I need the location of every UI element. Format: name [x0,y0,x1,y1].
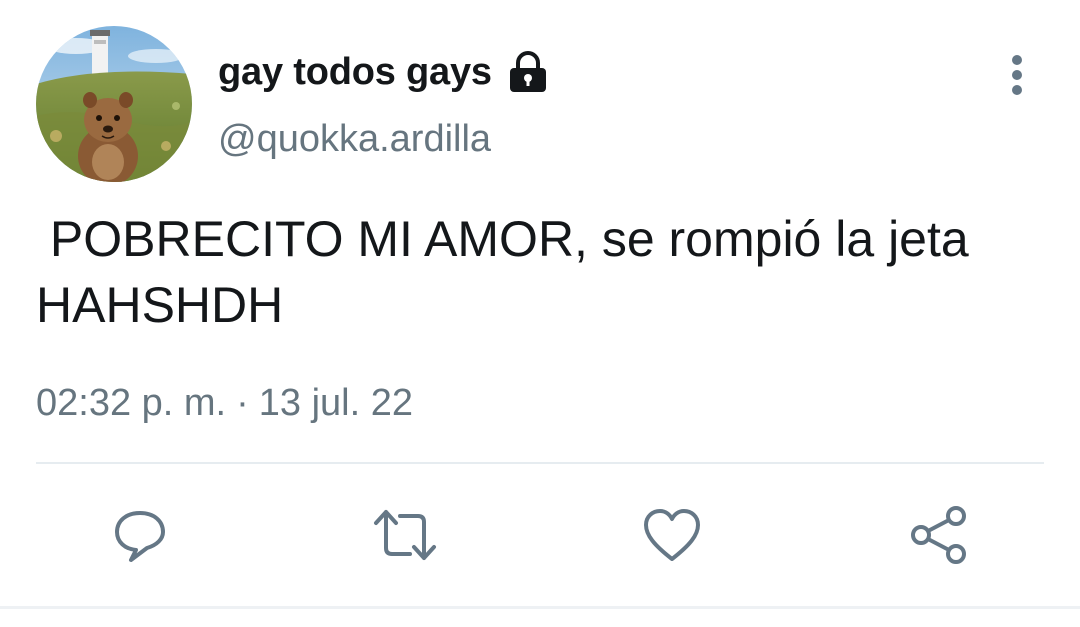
bottom-divider [0,606,1080,609]
more-options-button[interactable] [996,52,1038,98]
like-button[interactable] [637,500,707,570]
divider [36,462,1044,464]
retweet-button[interactable] [370,500,440,570]
tweet-metadata: 02:32 p. m. · 13 jul. 22 [36,382,413,425]
display-name[interactable]: gay todos gays [218,51,492,94]
meta-separator: · [236,382,249,424]
lock-icon [506,50,550,94]
quokka-avatar-image [36,26,192,182]
user-handle[interactable]: @quokka.ardilla [218,118,491,161]
tweet-date: 13 jul. 22 [258,382,414,424]
share-icon [911,506,966,564]
more-vertical-icon [1012,55,1022,95]
display-name-row: gay todos gays [218,44,550,100]
tweet-detail: gay todos gays @quokka.ardilla POBRECITO… [0,0,1080,627]
heart-icon [644,509,700,561]
retweet-icon [374,510,436,560]
avatar[interactable] [36,26,192,182]
share-button[interactable] [904,500,974,570]
tweet-actions-bar [0,500,1080,570]
tweet-text: POBRECITO MI AMOR, se rompió la jeta HAH… [36,211,983,333]
reply-button[interactable] [105,500,175,570]
reply-icon [115,511,165,562]
tweet-time: 02:32 p. m. [36,382,227,424]
